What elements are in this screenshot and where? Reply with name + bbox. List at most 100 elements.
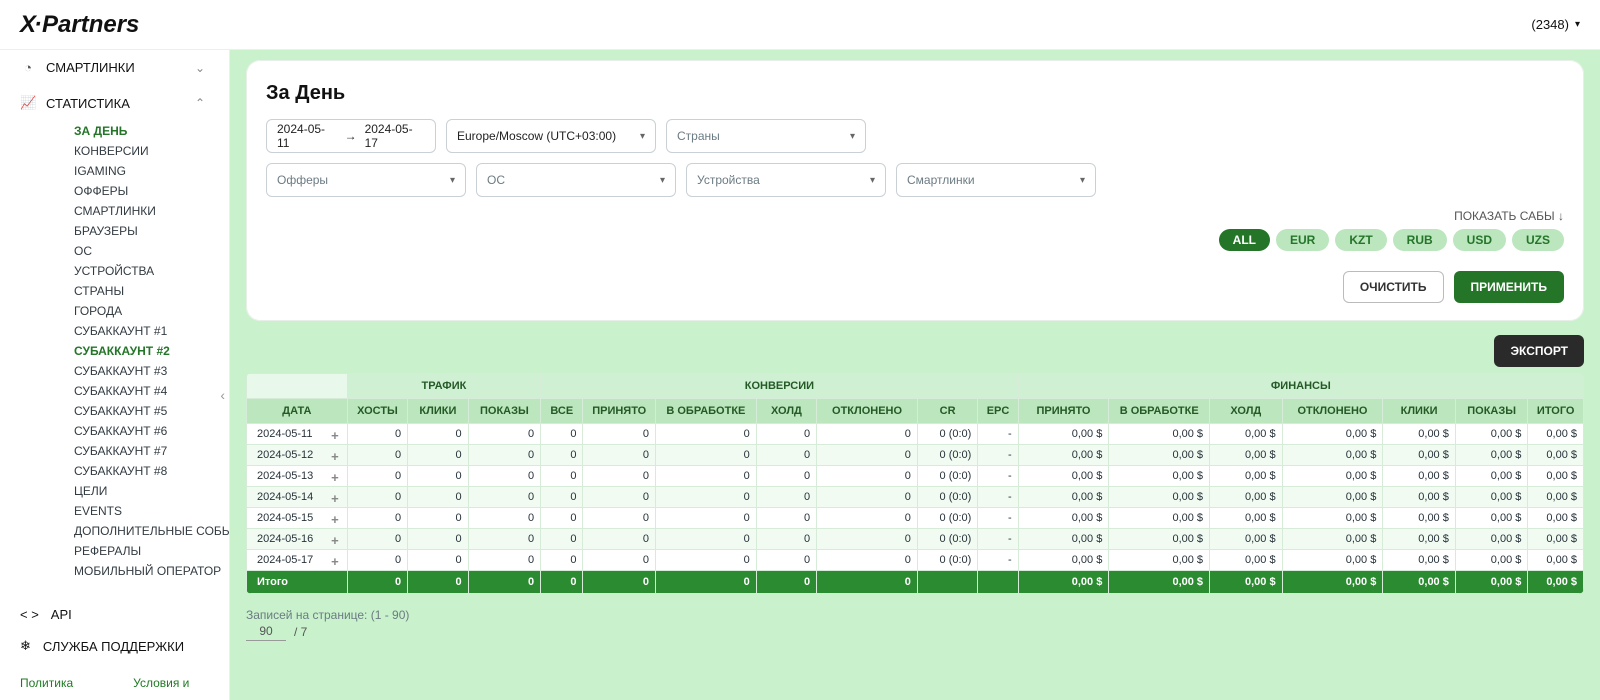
- date-range-picker[interactable]: 2024-05-11 → 2024-05-17: [266, 119, 436, 153]
- cell: 0: [468, 487, 541, 508]
- sidebar-item[interactable]: СУБАККАУНТ #4: [74, 381, 225, 401]
- th-f-hold[interactable]: ХОЛД: [1210, 399, 1283, 424]
- currency-chip-all[interactable]: ALL: [1219, 229, 1270, 251]
- sidebar-item[interactable]: УСТРОЙСТВА: [74, 261, 225, 281]
- policy-links: Политика Условия и: [0, 670, 229, 700]
- sidebar-item[interactable]: ДОПОЛНИТЕЛЬНЫЕ СОБЫТИЯ: [74, 521, 225, 541]
- expand-row-icon[interactable]: +: [331, 512, 339, 527]
- currency-chip-uzs[interactable]: UZS: [1512, 229, 1564, 251]
- sidebar-item[interactable]: МОБИЛЬНЫЙ ОПЕРАТОР: [74, 561, 225, 580]
- th-f-clicks[interactable]: КЛИКИ: [1383, 399, 1456, 424]
- cell: 0: [656, 466, 757, 487]
- export-button[interactable]: ЭКСПОРТ: [1494, 335, 1584, 367]
- chevron-up-icon: ⌃: [195, 96, 205, 110]
- sidebar-item-api[interactable]: < > API: [20, 599, 209, 630]
- th-shows[interactable]: ПОКАЗЫ: [468, 399, 541, 424]
- per-page-input[interactable]: 90: [246, 622, 286, 641]
- expand-row-icon[interactable]: +: [331, 428, 339, 443]
- currency-chip-usd[interactable]: USD: [1453, 229, 1506, 251]
- th-f-shows[interactable]: ПОКАЗЫ: [1455, 399, 1528, 424]
- sidebar-item[interactable]: СУБАККАУНТ #5: [74, 401, 225, 421]
- label: API: [51, 607, 72, 622]
- section-label: СМАРТЛИНКИ: [46, 60, 135, 75]
- timezone-select[interactable]: Europe/Moscow (UTC+03:00) ▾: [446, 119, 656, 153]
- placeholder: Устройства: [697, 173, 760, 187]
- cell: -: [978, 445, 1018, 466]
- sidebar-section-smartlinks[interactable]: ◔СМАРТЛИНКИ ⌄: [0, 50, 225, 85]
- th-epc[interactable]: EPC: [978, 399, 1018, 424]
- cell: 0: [408, 508, 468, 529]
- th-clicks[interactable]: КЛИКИ: [408, 399, 468, 424]
- cell: 0: [408, 424, 468, 445]
- sidebar-item[interactable]: ОС: [74, 241, 225, 261]
- expand-row-icon[interactable]: +: [331, 491, 339, 506]
- label: СЛУЖБА ПОДДЕРЖКИ: [43, 639, 184, 654]
- countries-select[interactable]: Страны ▾: [666, 119, 866, 153]
- sidebar-item[interactable]: СУБАККАУНТ #8: [74, 461, 225, 481]
- th-f-processing[interactable]: В ОБРАБОТКЕ: [1109, 399, 1210, 424]
- th-rejected[interactable]: ОТКЛОНЕНО: [817, 399, 918, 424]
- sidebar-item[interactable]: СУБАККАУНТ #7: [74, 441, 225, 461]
- sidebar-item[interactable]: ГОРОДА: [74, 301, 225, 321]
- offers-select[interactable]: Офферы ▾: [266, 163, 466, 197]
- cell: 0 (0:0): [917, 445, 977, 466]
- cell: 0: [817, 466, 918, 487]
- expand-row-icon[interactable]: +: [331, 554, 339, 569]
- sidebar-item[interactable]: СТРАНЫ: [74, 281, 225, 301]
- cell: 0,00 $: [1455, 445, 1528, 466]
- th-date[interactable]: ДАТА: [247, 399, 348, 424]
- policy-link[interactable]: Политика: [20, 676, 73, 690]
- collapse-sidebar-handle[interactable]: ‹: [220, 387, 225, 403]
- cell: 0,00 $: [1210, 445, 1283, 466]
- sidebar-item-support[interactable]: ❄ СЛУЖБА ПОДДЕРЖКИ: [20, 630, 209, 662]
- th-f-rejected[interactable]: ОТКЛОНЕНО: [1282, 399, 1383, 424]
- sidebar-item[interactable]: СУБАККАУНТ #6: [74, 421, 225, 441]
- terms-link[interactable]: Условия и: [133, 676, 189, 690]
- th-f-accepted[interactable]: ПРИНЯТО: [1018, 399, 1109, 424]
- sidebar-item[interactable]: ОФФЕРЫ: [74, 181, 225, 201]
- th-hold[interactable]: ХОЛД: [756, 399, 816, 424]
- cell: 0,00 $: [1383, 508, 1456, 529]
- cell: 0,00 $: [1109, 508, 1210, 529]
- cell: 0: [347, 550, 407, 571]
- expand-row-icon[interactable]: +: [331, 449, 339, 464]
- sidebar-item[interactable]: РЕФЕРАЛЫ: [74, 541, 225, 561]
- cell: 0: [468, 529, 541, 550]
- expand-row-icon[interactable]: +: [331, 470, 339, 485]
- sidebar-item[interactable]: КОНВЕРСИИ: [74, 141, 225, 161]
- clear-button[interactable]: ОЧИСТИТЬ: [1343, 271, 1444, 303]
- cell: 0: [756, 487, 816, 508]
- currency-chip-kzt[interactable]: KZT: [1335, 229, 1386, 251]
- sidebar-item[interactable]: СУБАККАУНТ #3: [74, 361, 225, 381]
- th-accepted[interactable]: ПРИНЯТО: [583, 399, 656, 424]
- cell: 0: [347, 529, 407, 550]
- cell: 0,00 $: [1528, 487, 1584, 508]
- devices-select[interactable]: Устройства ▾: [686, 163, 886, 197]
- sidebar-item[interactable]: IGAMING: [74, 161, 225, 181]
- expand-row-icon[interactable]: +: [331, 533, 339, 548]
- sidebar-item[interactable]: EVENTS: [74, 501, 225, 521]
- smartlinks-select[interactable]: Смартлинки ▾: [896, 163, 1096, 197]
- th-hosts[interactable]: ХОСТЫ: [347, 399, 407, 424]
- sidebar-item[interactable]: ЦЕЛИ: [74, 481, 225, 501]
- placeholder: ОС: [487, 173, 505, 187]
- os-select[interactable]: ОС ▾: [476, 163, 676, 197]
- sidebar-item[interactable]: БРАУЗЕРЫ: [74, 221, 225, 241]
- sidebar-section-statistics[interactable]: 📈СТАТИСТИКА ⌃: [0, 85, 225, 121]
- sidebar-item[interactable]: СУБАККАУНТ #2: [74, 341, 225, 361]
- sidebar-item[interactable]: СУБАККАУНТ #1: [74, 321, 225, 341]
- sidebar-item[interactable]: СМАРТЛИНКИ: [74, 201, 225, 221]
- toggle-show-subs[interactable]: ПОКАЗАТЬ САБЫ ↓: [266, 207, 1564, 229]
- sidebar-footer: < > API ❄ СЛУЖБА ПОДДЕРЖКИ: [0, 580, 229, 670]
- sidebar-item[interactable]: ЗА ДЕНЬ: [74, 121, 225, 141]
- apply-button[interactable]: ПРИМЕНИТЬ: [1454, 271, 1565, 303]
- th-all[interactable]: ВСЕ: [541, 399, 583, 424]
- date-cell: 2024-05-14+: [247, 487, 348, 508]
- th-cr[interactable]: CR: [917, 399, 977, 424]
- th-f-total[interactable]: ИТОГО: [1528, 399, 1584, 424]
- th-processing[interactable]: В ОБРАБОТКЕ: [656, 399, 757, 424]
- currency-chip-eur[interactable]: EUR: [1276, 229, 1329, 251]
- account-selector[interactable]: (2348) ▾: [1531, 17, 1580, 32]
- currency-chip-rub[interactable]: RUB: [1393, 229, 1447, 251]
- chevron-down-icon: ▾: [1575, 19, 1580, 30]
